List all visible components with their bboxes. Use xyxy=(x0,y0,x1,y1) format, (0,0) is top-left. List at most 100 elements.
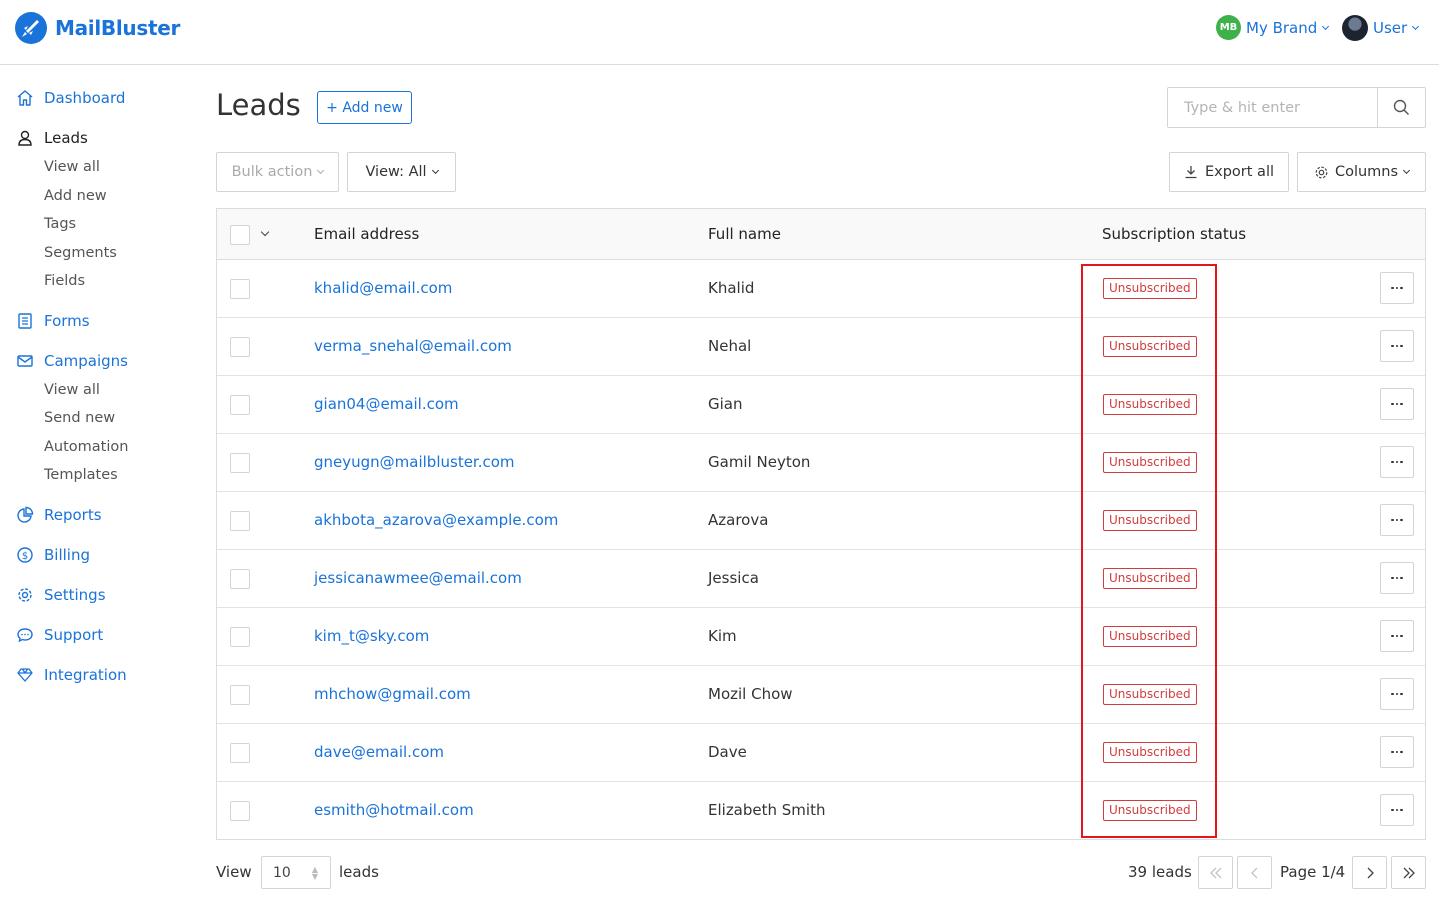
form-icon xyxy=(18,313,32,329)
sidebar-item-billing[interactable]: $ Billing xyxy=(16,546,90,564)
total-leads-count: 39 leads xyxy=(1128,863,1192,881)
leads-label: leads xyxy=(339,863,379,881)
columns-dropdown[interactable]: Columns xyxy=(1297,152,1426,192)
lead-email-link[interactable]: gneyugn@mailbluster.com xyxy=(314,453,515,471)
sidebar-item-label: Billing xyxy=(44,546,90,564)
column-header-subscription-status[interactable]: Subscription status xyxy=(1102,225,1246,243)
lead-email-link[interactable]: gian04@email.com xyxy=(314,395,459,413)
row-checkbox[interactable] xyxy=(230,453,250,473)
row-checkbox[interactable] xyxy=(230,511,250,531)
row-actions-button[interactable] xyxy=(1380,678,1414,710)
lead-email-link[interactable]: dave@email.com xyxy=(314,743,444,761)
first-page-button[interactable] xyxy=(1198,856,1233,889)
home-icon xyxy=(17,90,33,106)
sidebar-item-campaigns[interactable]: Campaigns xyxy=(16,352,128,370)
export-all-button[interactable]: Export all xyxy=(1169,152,1289,192)
row-checkbox[interactable] xyxy=(230,279,250,299)
more-dots-icon xyxy=(1391,518,1394,522)
row-actions-button[interactable] xyxy=(1380,562,1414,594)
lead-full-name: Jessica xyxy=(708,569,759,587)
search-button[interactable] xyxy=(1377,88,1425,127)
chevron-right-icon xyxy=(1367,867,1374,878)
user-menu[interactable]: User xyxy=(1342,15,1420,41)
sidebar-item-settings[interactable]: Settings xyxy=(16,586,106,604)
column-header-full-name[interactable]: Full name xyxy=(708,225,781,243)
diamond-icon xyxy=(17,668,33,682)
top-bar: MailBluster MB My Brand User xyxy=(0,0,1439,65)
more-dots-icon xyxy=(1400,518,1403,522)
add-new-button[interactable]: + Add new xyxy=(317,91,412,124)
sidebar-item-reports[interactable]: Reports xyxy=(16,506,102,524)
lead-email-link[interactable]: akhbota_azarova@example.com xyxy=(314,511,558,529)
sidebar-subitem-send-new[interactable]: Send new xyxy=(44,410,115,426)
more-dots-icon xyxy=(1391,402,1394,406)
row-actions-button[interactable] xyxy=(1380,446,1414,478)
sidebar-item-dashboard[interactable]: Dashboard xyxy=(16,89,125,107)
more-dots-icon xyxy=(1395,402,1399,406)
lead-email-link[interactable]: esmith@hotmail.com xyxy=(314,801,474,819)
more-dots-icon xyxy=(1391,460,1394,464)
row-checkbox[interactable] xyxy=(230,743,250,763)
sidebar-subitem-automation[interactable]: Automation xyxy=(44,439,128,455)
sidebar-subitem-leads-view-all[interactable]: View all xyxy=(44,159,100,175)
logo[interactable]: MailBluster xyxy=(15,12,180,44)
more-dots-icon xyxy=(1395,750,1399,754)
lead-full-name: Gamil Neyton xyxy=(708,453,811,471)
sidebar-subitem-segments[interactable]: Segments xyxy=(44,245,117,261)
more-dots-icon xyxy=(1395,286,1399,290)
view-filter-label: View: All xyxy=(365,164,427,180)
lead-email-link[interactable]: kim_t@sky.com xyxy=(314,627,429,645)
sidebar-subitem-fields[interactable]: Fields xyxy=(44,273,85,289)
row-checkbox[interactable] xyxy=(230,685,250,705)
last-page-button[interactable] xyxy=(1391,856,1426,889)
chevron-down-icon[interactable] xyxy=(260,227,270,237)
row-actions-button[interactable] xyxy=(1380,736,1414,768)
column-header-email[interactable]: Email address xyxy=(314,225,419,243)
row-actions-button[interactable] xyxy=(1380,504,1414,536)
sidebar-subitem-templates[interactable]: Templates xyxy=(44,467,118,483)
row-checkbox[interactable] xyxy=(230,801,250,821)
export-all-label: Export all xyxy=(1204,164,1275,180)
row-actions-button[interactable] xyxy=(1380,620,1414,652)
sidebar-item-leads[interactable]: Leads xyxy=(16,129,88,147)
more-dots-icon xyxy=(1395,460,1399,464)
lead-full-name: Azarova xyxy=(708,511,769,529)
next-page-button[interactable] xyxy=(1352,856,1387,889)
row-actions-button[interactable] xyxy=(1380,388,1414,420)
bulk-action-dropdown[interactable]: Bulk action xyxy=(216,152,339,192)
row-actions-button[interactable] xyxy=(1380,272,1414,304)
row-actions-button[interactable] xyxy=(1380,330,1414,362)
sidebar-subitem-campaigns-view-all[interactable]: View all xyxy=(44,382,100,398)
more-dots-icon xyxy=(1391,286,1394,290)
sidebar-item-forms[interactable]: Forms xyxy=(16,312,90,330)
row-checkbox[interactable] xyxy=(230,395,250,415)
row-checkbox[interactable] xyxy=(230,627,250,647)
select-all-checkbox[interactable] xyxy=(230,225,250,245)
view-filter-dropdown[interactable]: View: All xyxy=(347,152,456,192)
per-page-input[interactable]: 10 ▲ ▼ xyxy=(261,856,331,889)
sidebar-item-integration[interactable]: Integration xyxy=(16,666,127,684)
bulk-action-label: Bulk action xyxy=(231,164,313,180)
row-checkbox[interactable] xyxy=(230,337,250,357)
more-dots-icon xyxy=(1395,576,1399,580)
status-badge: Unsubscribed xyxy=(1103,510,1197,531)
lead-email-link[interactable]: mhchow@gmail.com xyxy=(314,685,471,703)
row-checkbox[interactable] xyxy=(230,569,250,589)
chevron-down-icon xyxy=(1412,22,1420,31)
lead-email-link[interactable]: verma_snehal@email.com xyxy=(314,337,512,355)
sidebar-subitem-tags[interactable]: Tags xyxy=(44,216,76,232)
lead-email-link[interactable]: khalid@email.com xyxy=(314,279,452,297)
user-icon xyxy=(18,130,32,146)
brand-switcher[interactable]: MB My Brand xyxy=(1216,15,1330,40)
sidebar-item-support[interactable]: Support xyxy=(16,626,103,644)
more-dots-icon xyxy=(1395,808,1399,812)
more-dots-icon xyxy=(1395,518,1399,522)
sidebar-subitem-leads-add-new[interactable]: Add new xyxy=(44,188,107,204)
pie-chart-icon xyxy=(17,506,34,523)
more-dots-icon xyxy=(1400,692,1403,696)
row-actions-button[interactable] xyxy=(1380,794,1414,826)
search-input[interactable] xyxy=(1168,88,1378,127)
lead-full-name: Nehal xyxy=(708,337,752,355)
lead-email-link[interactable]: jessicanawmee@email.com xyxy=(314,569,522,587)
previous-page-button[interactable] xyxy=(1237,856,1272,889)
